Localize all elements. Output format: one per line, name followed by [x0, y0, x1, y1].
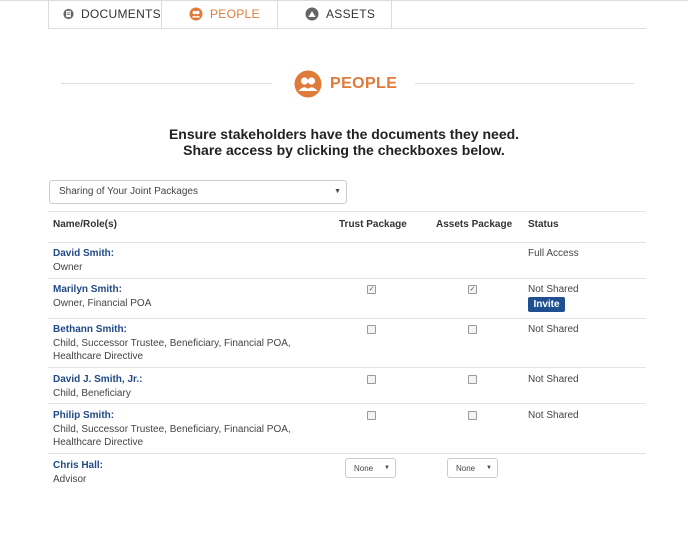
- person-role: Owner, Financial POA: [53, 298, 152, 309]
- status-text: Not Shared: [528, 284, 579, 295]
- row-divider: [48, 367, 646, 368]
- person-name[interactable]: David J. Smith, Jr.:: [53, 374, 142, 385]
- chevron-down-icon: ▼: [384, 465, 390, 471]
- person-name[interactable]: Philip Smith:: [53, 410, 114, 421]
- documents-icon: [63, 8, 74, 20]
- row-divider: [48, 453, 646, 454]
- column-header-trust: Trust Package: [339, 219, 407, 230]
- trust-access-select[interactable]: None ▼: [345, 458, 396, 478]
- trust-package-checkbox[interactable]: ✓: [367, 285, 376, 294]
- header-rule-left: [61, 83, 272, 84]
- header-rule-right: [415, 83, 634, 84]
- column-header-name: Name/Role(s): [53, 219, 117, 230]
- person-role: Owner: [53, 262, 83, 273]
- page-title: PEOPLE: [330, 75, 398, 92]
- person-role: Child, Beneficiary: [53, 388, 131, 399]
- row-divider: [48, 403, 646, 404]
- row-divider: [48, 278, 646, 279]
- trust-package-checkbox[interactable]: [367, 411, 376, 420]
- person-name[interactable]: David Smith:: [53, 248, 114, 259]
- people-icon: [294, 70, 322, 98]
- tab-assets-label: ASSETS: [326, 7, 376, 21]
- person-role: Child, Successor Trustee, Beneficiary, F…: [53, 423, 293, 449]
- tab-assets[interactable]: ASSETS: [277, 0, 392, 28]
- column-header-assets: Assets Package: [436, 219, 513, 230]
- person-name[interactable]: Marilyn Smith:: [53, 284, 122, 295]
- status-text: Full Access: [528, 248, 579, 259]
- section-header: PEOPLE: [294, 68, 397, 100]
- package-select-value: Sharing of Your Joint Packages: [59, 186, 198, 197]
- assets-access-value: None: [456, 464, 476, 473]
- person-name[interactable]: Chris Hall:: [53, 460, 103, 471]
- person-role-line-1: Child, Successor Trustee, Beneficiary, F…: [53, 424, 291, 435]
- table-top-rule: [48, 211, 646, 212]
- tab-documents-label: DOCUMENTS: [80, 7, 161, 21]
- tab-people-label: PEOPLE: [210, 7, 260, 21]
- tab-people[interactable]: PEOPLE: [163, 0, 277, 28]
- row-divider: [48, 318, 646, 319]
- chevron-down-icon: ▼: [334, 188, 341, 195]
- tab-documents[interactable]: DOCUMENTS: [48, 0, 162, 28]
- status-text: Not Shared: [528, 324, 579, 335]
- trust-access-value: None: [354, 464, 374, 473]
- trust-package-checkbox[interactable]: [367, 375, 376, 384]
- people-icon: [189, 7, 203, 21]
- status-text: Not Shared: [528, 374, 579, 385]
- trust-package-checkbox[interactable]: [367, 325, 376, 334]
- person-role-line-2: Healthcare Directive: [53, 351, 144, 362]
- column-header-status: Status: [528, 219, 559, 230]
- assets-icon: [305, 7, 319, 21]
- person-role-line-1: Child, Successor Trustee, Beneficiary, F…: [53, 338, 291, 349]
- assets-package-checkbox[interactable]: ✓: [468, 285, 477, 294]
- tab-bar: DOCUMENTS PEOPLE ASSETS: [48, 0, 646, 29]
- invite-button[interactable]: Invite: [528, 297, 565, 312]
- status-text: Not Shared: [528, 410, 579, 421]
- assets-access-select[interactable]: None ▼: [447, 458, 498, 478]
- assets-package-checkbox[interactable]: [468, 375, 477, 384]
- person-role-line-2: Healthcare Directive: [53, 437, 144, 448]
- table-header-rule: [48, 242, 646, 243]
- person-role: Advisor: [53, 474, 87, 485]
- intro-line-2: Share access by clicking the checkboxes …: [183, 142, 505, 158]
- intro-line-1: Ensure stakeholders have the documents t…: [168, 126, 520, 142]
- person-name[interactable]: Bethann Smith:: [53, 324, 127, 335]
- package-select[interactable]: Sharing of Your Joint Packages ▼: [49, 180, 347, 204]
- intro-text: Ensure stakeholders have the documents t…: [0, 126, 688, 158]
- assets-package-checkbox[interactable]: [468, 411, 477, 420]
- assets-package-checkbox[interactable]: [468, 325, 477, 334]
- person-role: Child, Successor Trustee, Beneficiary, F…: [53, 337, 293, 363]
- chevron-down-icon: ▼: [486, 465, 492, 471]
